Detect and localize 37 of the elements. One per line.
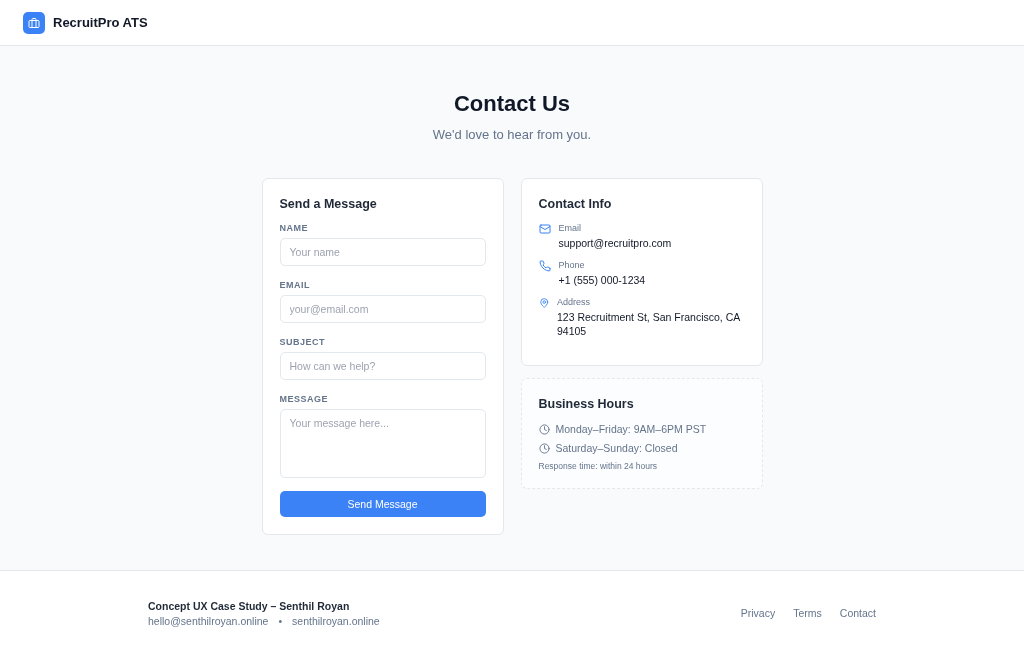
email-link[interactable]: hello@senthilroyan.online <box>148 614 269 627</box>
info-value: +1 (555) 000-1234 <box>558 273 646 287</box>
map-pin-icon <box>538 297 549 309</box>
card-title: Send a Message <box>279 197 378 211</box>
footer-credit: Concept UX Case Study – Senthil Royan <box>148 599 351 612</box>
info-label: Email <box>558 223 582 233</box>
info-value: 123 Recruitment St, San Francisco, CA 94105 <box>557 310 741 338</box>
input-field[interactable]: your@email.com <box>279 295 486 323</box>
hours-text: Monday–Friday: 9AM–6PM PST <box>555 423 707 435</box>
field-label: EMAIL <box>279 280 311 290</box>
footer-link[interactable]: Terms <box>793 607 822 619</box>
info-value: support@recruitpro.com <box>558 236 672 250</box>
message-field[interactable]: Your message here... <box>279 409 486 478</box>
page-subtitle: We'd love to hear from you. <box>432 127 592 142</box>
input-field[interactable]: Your name <box>279 238 486 266</box>
field-label: NAME <box>279 223 309 233</box>
field-label: SUBJECT <box>279 337 326 347</box>
clock-icon <box>538 423 550 435</box>
mail-icon <box>538 223 551 235</box>
footer-link[interactable]: Contact <box>839 607 876 619</box>
clock-icon <box>538 442 550 454</box>
card-title: Contact Info <box>538 197 613 211</box>
page-title: Contact Us <box>453 91 571 117</box>
briefcase-icon <box>23 11 45 34</box>
card-title: Business Hours <box>538 397 635 411</box>
send-message-button[interactable]: Send Message <box>279 491 486 517</box>
hours-text: Saturday–Sunday: Closed <box>555 442 678 454</box>
response-time-note: Response time: within 24 hours <box>538 461 659 471</box>
info-label: Phone <box>558 260 586 270</box>
phone-icon <box>538 260 551 272</box>
field-label: MESSAGE <box>279 394 329 404</box>
separator-dot: • <box>278 614 283 627</box>
input-field[interactable]: How can we help? <box>279 352 486 380</box>
brand-name: RecruitPro ATS <box>53 15 148 30</box>
website-link[interactable]: senthilroyan.online <box>292 614 380 627</box>
info-label: Address <box>557 297 591 307</box>
footer-link[interactable]: Privacy <box>740 607 776 619</box>
